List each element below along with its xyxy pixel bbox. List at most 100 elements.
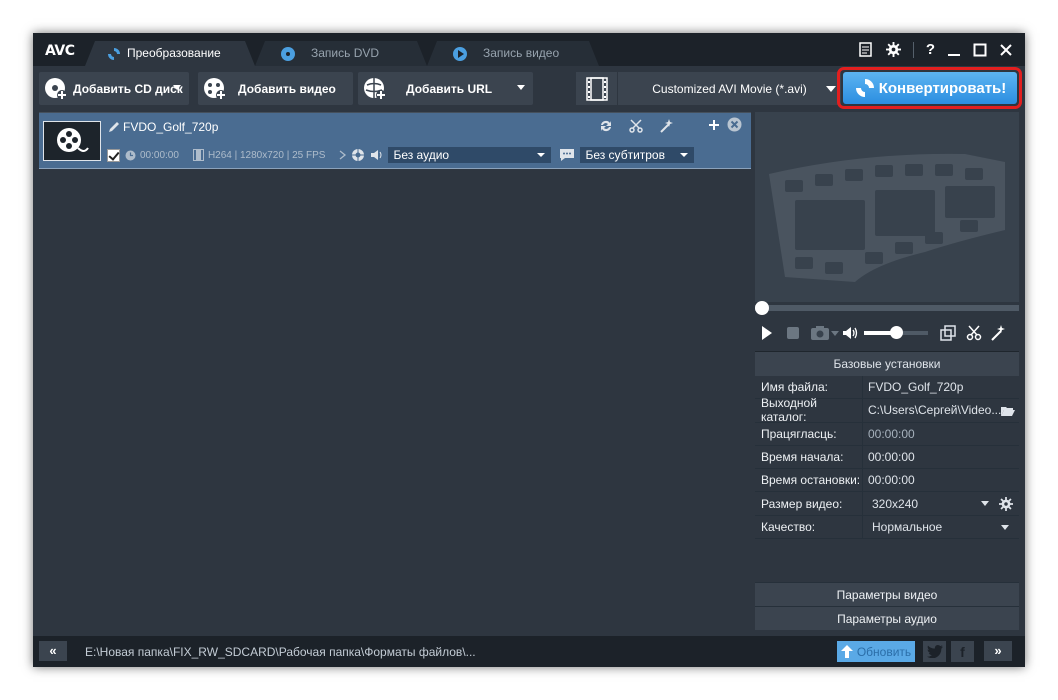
app-window: AVC Преобразование Запись DVD Запись вид… [33, 33, 1025, 667]
chevron-down-icon [173, 85, 181, 90]
chevron-down-icon[interactable] [826, 86, 836, 92]
chevron-right-icon [340, 150, 347, 160]
chevron-down-icon [680, 153, 689, 157]
add-cd-button[interactable]: Добавить CD диск [39, 72, 189, 105]
output-format-select[interactable]: Customized AVI Movie (*.avi) [576, 72, 841, 105]
tab-label: Запись DVD [311, 46, 380, 60]
separator [912, 41, 914, 58]
film-icon [576, 72, 618, 105]
file-list-item[interactable]: FVDO_Golf_720p 00:00:00 H264 | 1280x720 [39, 113, 751, 169]
add-video-icon [202, 76, 228, 102]
setting-value: 00:00:00 [868, 426, 915, 441]
output-path: E:\Новая папка\FIX_RW_SDCARD\Рабочая пап… [85, 645, 476, 659]
clock-icon [125, 150, 136, 160]
update-label: Обновить [856, 644, 912, 659]
chevron-down-icon[interactable] [981, 501, 989, 507]
tab-video-record[interactable]: Запись видео [441, 41, 559, 66]
settings-row-video-size[interactable]: Размер видео: 320x240 [755, 492, 1019, 516]
update-button[interactable]: Обновить [837, 641, 915, 662]
minimize-icon[interactable] [947, 43, 961, 57]
volume-slider[interactable] [864, 326, 928, 339]
pencil-icon[interactable] [108, 121, 120, 133]
add-video-button[interactable]: Добавить видео [198, 72, 353, 105]
speaker-icon [371, 150, 382, 160]
chevron-down-icon [517, 85, 525, 90]
facebook-button[interactable]: f [951, 641, 974, 662]
setting-label: Размер видео: [755, 492, 863, 515]
log-icon[interactable] [859, 42, 874, 57]
scissors-icon[interactable] [629, 119, 643, 133]
help-button[interactable]: ? [926, 41, 935, 58]
tab-dvd-burn[interactable]: Запись DVD [269, 41, 379, 66]
maximize-icon[interactable] [973, 43, 987, 57]
camera-icon[interactable] [810, 325, 830, 341]
expand-right-button[interactable]: » [984, 641, 1012, 661]
crop-icon[interactable] [940, 325, 956, 341]
setting-label: Время остановки: [755, 469, 863, 492]
settings-row-duration: Працягласць: 00:00:00 [755, 422, 1019, 446]
audio-select[interactable]: Без аудио [388, 147, 552, 163]
settings-row-start-time[interactable]: Время начала: 00:00:00 [755, 445, 1019, 470]
magic-wand-icon[interactable] [990, 325, 1006, 341]
file-name: FVDO_Golf_720p [123, 120, 219, 134]
convert-icon [855, 79, 874, 97]
stop-icon[interactable] [786, 326, 800, 340]
video-params-button[interactable]: Параметры видео [755, 582, 1019, 606]
settings-row-output-folder[interactable]: Выходной каталог: C:\Users\Сергей\Video.… [755, 396, 1019, 424]
play-icon[interactable] [760, 325, 774, 341]
film-icon [192, 149, 204, 161]
add-url-button[interactable]: Добавить URL [358, 72, 533, 105]
add-cd-icon [43, 76, 69, 102]
player-controls [755, 320, 1019, 346]
film-strip-icon [769, 153, 1005, 282]
chevron-down-icon [537, 153, 546, 157]
add-video-label: Добавить видео [238, 81, 336, 96]
add-url-icon [362, 76, 388, 102]
volume-icon[interactable] [842, 326, 860, 340]
item-tools [599, 119, 673, 133]
collapse-left-button[interactable]: « [39, 641, 67, 661]
audio-params-button[interactable]: Параметры аудио [755, 606, 1019, 630]
folder-icon[interactable] [1001, 406, 1015, 417]
magic-wand-icon[interactable] [659, 119, 673, 133]
file-details: 00:00:00 H264 | 1280x720 | 25 FPS Без ау… [107, 147, 695, 163]
arrow-up-icon [840, 645, 853, 658]
setting-label: Имя файла: [755, 376, 863, 399]
refresh-icon[interactable] [599, 119, 613, 133]
subtitle-select[interactable]: Без субтитров [580, 147, 695, 163]
window-controls: ? [859, 41, 1013, 58]
play-icon [453, 46, 467, 61]
subtitle-select-value: Без субтитров [585, 148, 665, 162]
audio-track-icon[interactable] [351, 148, 365, 162]
seek-bar[interactable] [755, 305, 1019, 311]
close-icon[interactable] [999, 43, 1013, 57]
settings-row-quality[interactable]: Качество: Нормальное [755, 515, 1019, 540]
output-format-value: Customized AVI Movie (*.avi) [652, 81, 807, 96]
remove-icon[interactable] [727, 117, 742, 132]
settings-title[interactable]: Базовые установки [755, 352, 1019, 376]
file-checkbox[interactable] [107, 148, 120, 162]
twitter-button[interactable] [923, 641, 946, 662]
app-logo: AVC [45, 43, 75, 59]
add-icon[interactable] [709, 119, 719, 130]
gear-icon[interactable] [885, 42, 901, 57]
chevron-down-icon[interactable] [831, 329, 839, 337]
video-preview [755, 112, 1019, 302]
tab-conversion[interactable]: Преобразование [95, 41, 221, 66]
setting-label: Працягласць: [755, 422, 863, 445]
gear-icon[interactable] [999, 497, 1013, 512]
setting-label: Время начала: [755, 445, 863, 469]
tab-label: Преобразование [127, 46, 221, 60]
setting-value: 00:00:00 [868, 450, 915, 465]
audio-select-value: Без аудио [393, 148, 450, 162]
settings-row-stop-time[interactable]: Время остановки: 00:00:00 [755, 469, 1019, 493]
facebook-icon: f [960, 643, 965, 660]
convert-button[interactable]: Конвертировать! [843, 72, 1017, 104]
chevron-down-icon[interactable] [1001, 524, 1009, 531]
add-cd-label: Добавить CD диск [73, 81, 183, 96]
convert-label: Конвертировать! [878, 79, 1007, 97]
scissors-icon[interactable] [966, 325, 982, 341]
setting-value: FVDO_Golf_720p [868, 380, 964, 395]
seek-handle[interactable] [755, 301, 769, 315]
volume-handle[interactable] [890, 326, 903, 339]
